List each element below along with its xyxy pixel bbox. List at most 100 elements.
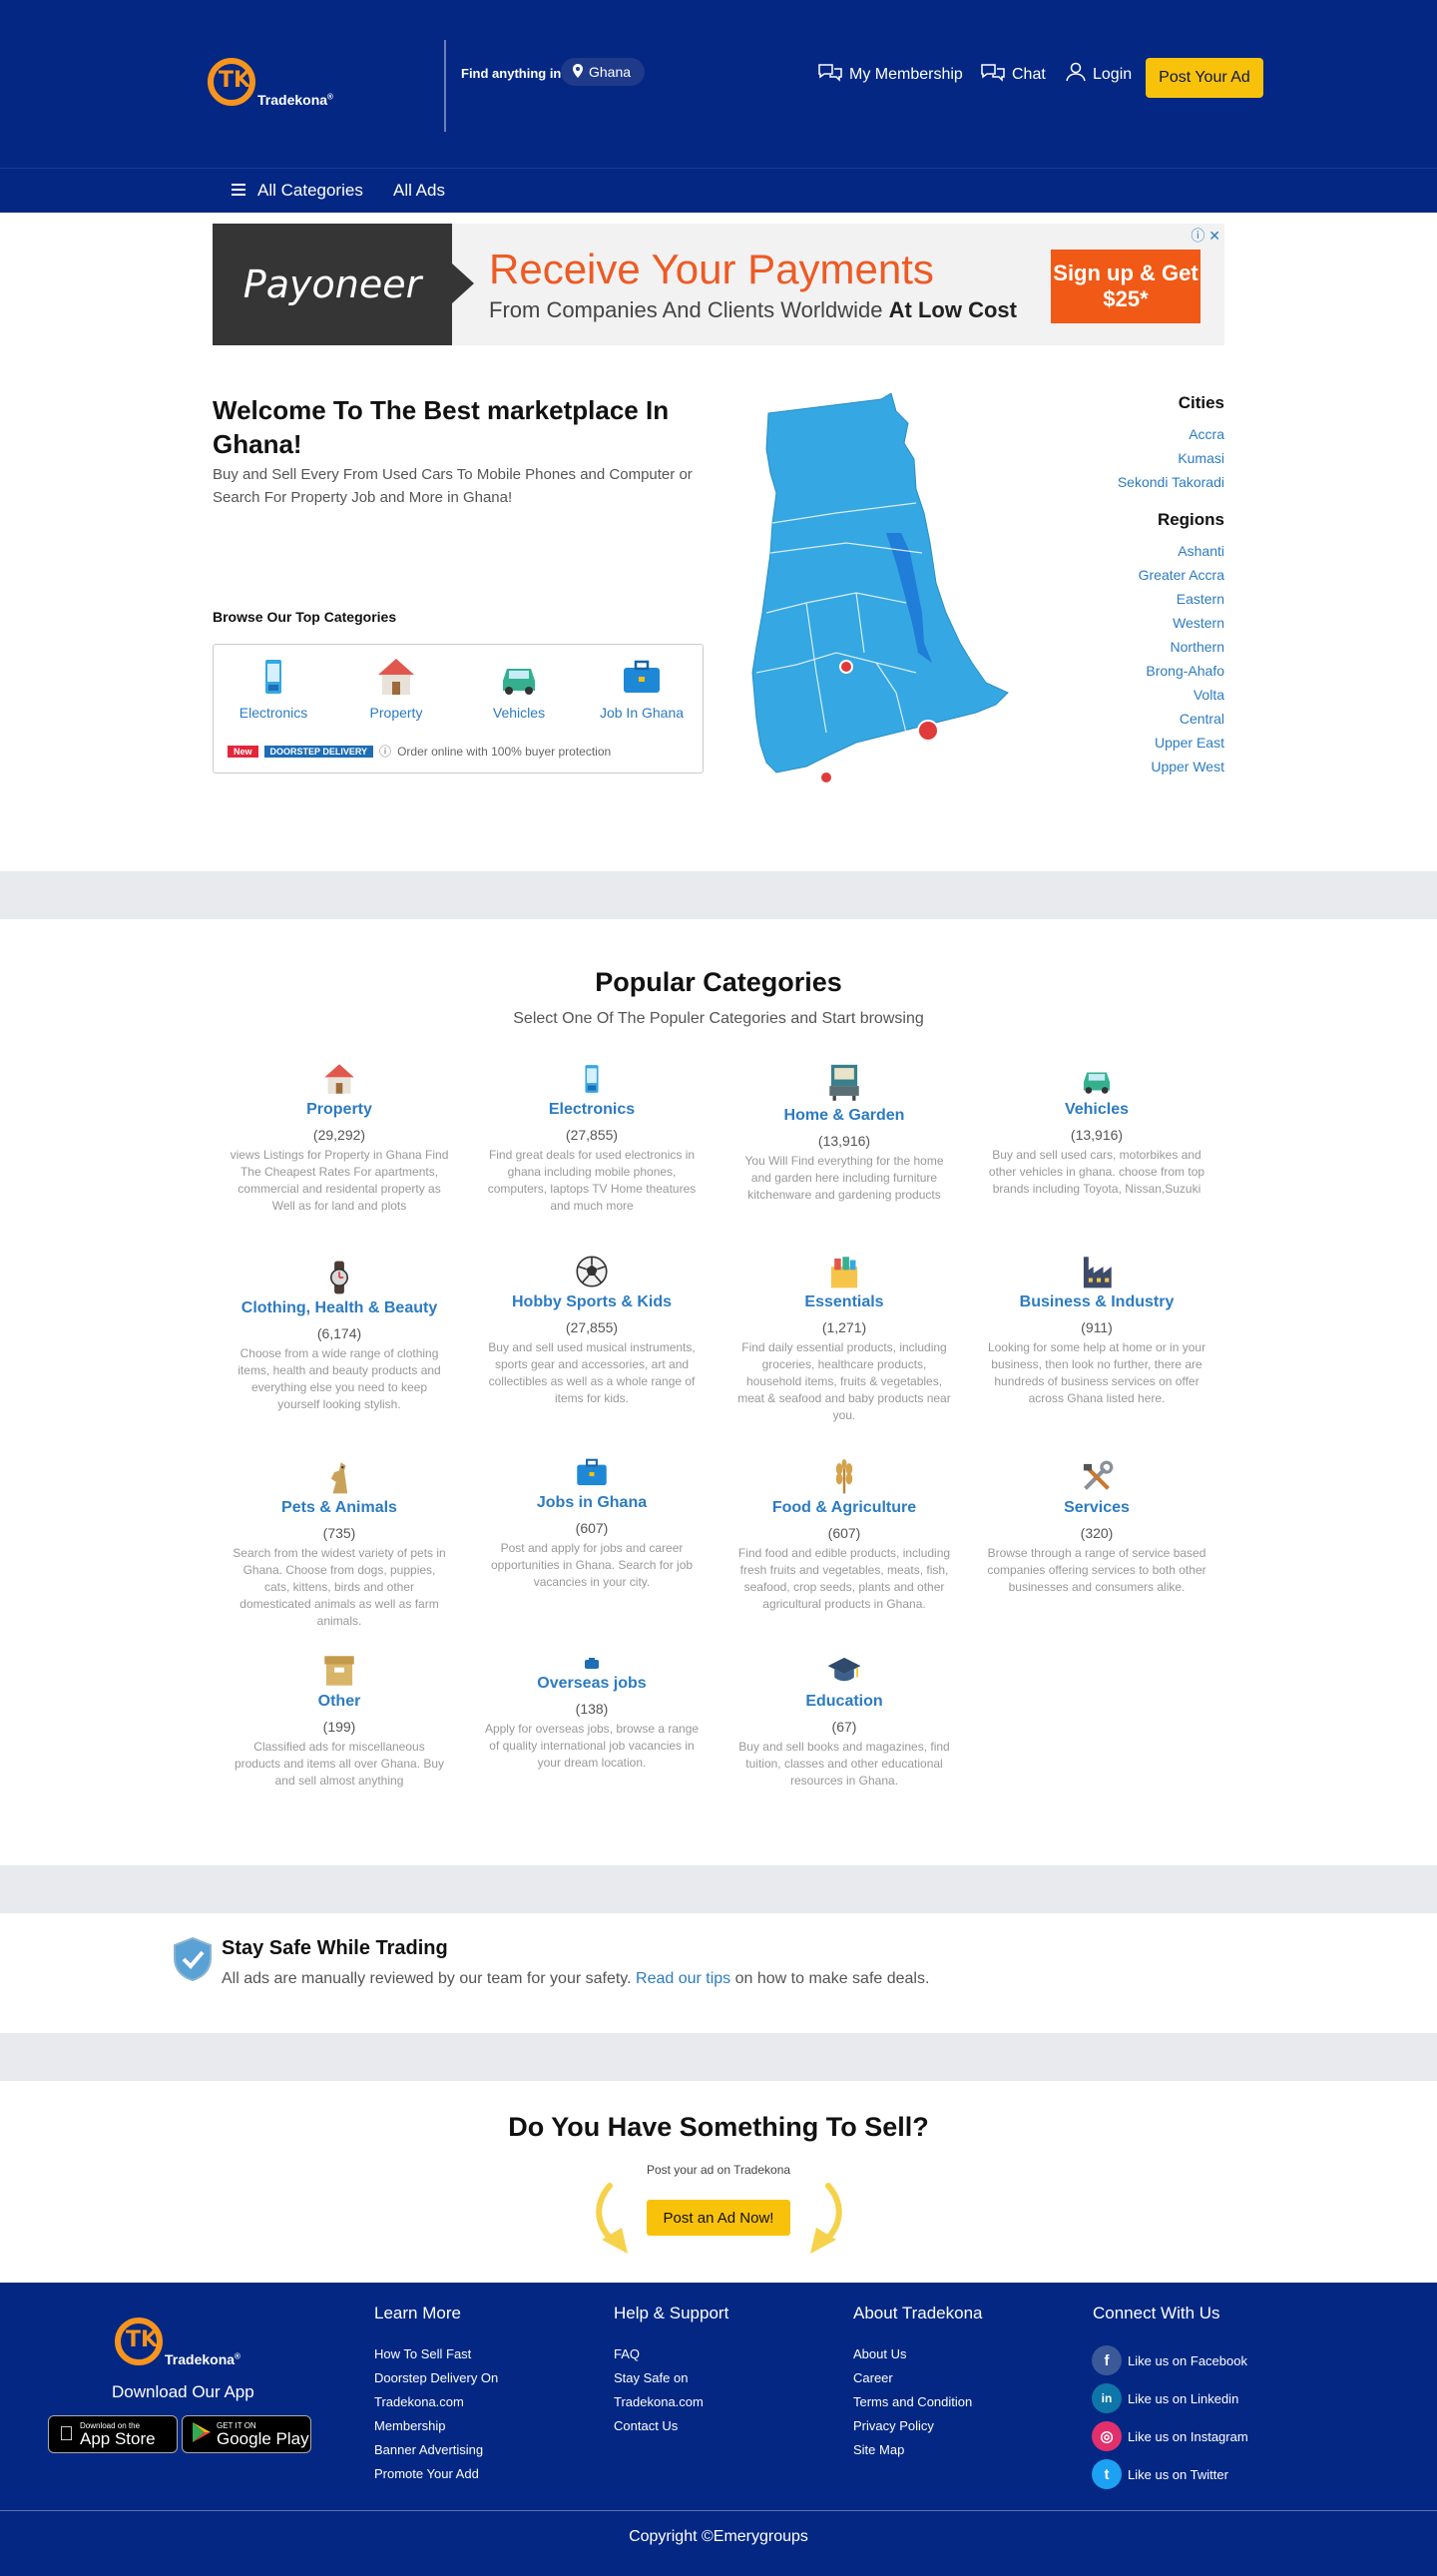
city-link[interactable]: Accra bbox=[1189, 426, 1224, 442]
chat-link[interactable]: Chat bbox=[980, 62, 1046, 87]
region-link[interactable]: Upper West bbox=[1151, 759, 1224, 774]
category-card-overseas-jobs[interactable]: Overseas jobs (138) Apply for overseas j… bbox=[482, 1657, 702, 1772]
banner-arrow-decoration bbox=[452, 263, 474, 303]
banner-subline: From Companies And Clients Worldwide At … bbox=[489, 297, 1017, 322]
footer-link[interactable]: FAQ bbox=[614, 2346, 640, 2361]
popular-categories-subtitle: Select One Of The Populer Categories and… bbox=[513, 1010, 924, 1027]
instagram-link[interactable]: ◎ Like us on Instagram bbox=[1092, 2421, 1248, 2451]
shield-check-icon bbox=[173, 1936, 213, 1982]
post-your-ad-button[interactable]: Post Your Ad bbox=[1146, 58, 1263, 98]
category-card-home-garden[interactable]: Home & Garden (13,916) You Will Find eve… bbox=[734, 1061, 954, 1204]
category-name[interactable]: Clothing, Health & Beauty bbox=[230, 1297, 449, 1319]
app-store-badge[interactable]:  Download on theApp Store bbox=[48, 2415, 178, 2453]
linkedin-link[interactable]: in Like us on Linkedin bbox=[1092, 2383, 1238, 2413]
category-card-essentials[interactable]: Essentials (1,271) Find daily essential … bbox=[734, 1254, 954, 1424]
footer-logo[interactable]: TK Tradekona® bbox=[115, 2318, 240, 2367]
category-card-pets-animals[interactable]: Pets & Animals (735) Search from the wid… bbox=[230, 1459, 449, 1630]
region-link[interactable]: Brong-Ahafo bbox=[1146, 663, 1224, 679]
category-name[interactable]: Pets & Animals bbox=[230, 1497, 449, 1519]
region-link[interactable]: Upper East bbox=[1155, 735, 1224, 751]
post-an-ad-now-button[interactable]: Post an Ad Now! bbox=[647, 2200, 790, 2236]
category-name[interactable]: Jobs in Ghana bbox=[482, 1492, 702, 1514]
ghana-map[interactable] bbox=[746, 393, 1016, 786]
category-card-hobby-sports[interactable]: Hobby Sports & Kids (27,855) Buy and sel… bbox=[482, 1254, 702, 1407]
location-selector[interactable]: Ghana bbox=[561, 58, 646, 86]
category-name[interactable]: Services bbox=[987, 1497, 1206, 1519]
category-description: Buy and sell used cars, motorbikes and o… bbox=[988, 1148, 1205, 1196]
factory-icon bbox=[1079, 1254, 1115, 1289]
google-play-badge[interactable]: GET IT ON Google Play bbox=[182, 2415, 311, 2453]
category-name[interactable]: Business & Industry bbox=[987, 1291, 1206, 1313]
category-name[interactable]: Food & Agriculture bbox=[734, 1497, 954, 1519]
footer-link[interactable]: How To Sell Fast bbox=[374, 2346, 471, 2361]
category-card-clothing[interactable]: Clothing, Health & Beauty (6,174) Choose… bbox=[230, 1260, 449, 1413]
site-logo[interactable]: TK Tradekona® bbox=[208, 58, 333, 108]
banner-signup-button[interactable]: Sign up & Get $25* bbox=[1051, 250, 1200, 323]
category-card-other[interactable]: Other (199) Classified ads for miscellan… bbox=[230, 1653, 449, 1790]
category-card-jobs[interactable]: Jobs in Ghana (607) Post and apply for j… bbox=[482, 1454, 702, 1591]
top-category-property[interactable]: Property bbox=[341, 655, 451, 721]
region-link[interactable]: Western bbox=[1173, 615, 1224, 631]
category-name[interactable]: Essentials bbox=[734, 1291, 954, 1313]
footer-link[interactable]: Contact Us bbox=[614, 2418, 678, 2433]
category-name[interactable]: Overseas jobs bbox=[482, 1673, 702, 1695]
category-name[interactable]: Electronics bbox=[482, 1099, 702, 1121]
header-separator bbox=[0, 168, 1437, 169]
regions-title: Regions bbox=[1157, 510, 1224, 529]
footer-link[interactable]: Doorstep Delivery On bbox=[374, 2370, 498, 2385]
login-link[interactable]: Login bbox=[1065, 62, 1132, 87]
region-link[interactable]: Northern bbox=[1171, 639, 1224, 655]
header-divider bbox=[444, 40, 446, 132]
region-link[interactable]: Ashanti bbox=[1178, 543, 1224, 559]
category-card-business-industry[interactable]: Business & Industry (911) Looking for so… bbox=[987, 1254, 1206, 1407]
footer-link[interactable]: Tradekona.com bbox=[374, 2394, 464, 2409]
ad-close-icon[interactable]: ⓘ ✕ bbox=[1191, 226, 1220, 246]
all-categories-menu[interactable]: All Categories bbox=[232, 181, 363, 201]
footer-link[interactable]: Membership bbox=[374, 2418, 446, 2433]
new-badge: New bbox=[228, 745, 258, 758]
footer-link[interactable]: Career bbox=[853, 2370, 893, 2385]
category-name[interactable]: Other bbox=[230, 1691, 449, 1713]
region-link[interactable]: Greater Accra bbox=[1139, 567, 1224, 583]
top-category-electronics[interactable]: Electronics bbox=[219, 655, 328, 721]
footer-link[interactable]: Stay Safe on bbox=[614, 2370, 688, 2385]
city-link[interactable]: Kumasi bbox=[1178, 450, 1224, 466]
top-category-vehicles[interactable]: Vehicles bbox=[464, 655, 574, 721]
all-ads-link[interactable]: All Ads bbox=[393, 181, 445, 201]
sell-subtitle: Post your ad on Tradekona bbox=[646, 2163, 791, 2177]
category-count: (13,916) bbox=[817, 1133, 871, 1149]
footer-link[interactable]: About Us bbox=[853, 2346, 906, 2361]
category-count: (199) bbox=[322, 1719, 356, 1735]
footer-link[interactable]: Site Map bbox=[853, 2442, 904, 2457]
read-our-tips-link[interactable]: Read our tips bbox=[636, 1970, 730, 1987]
watch-icon bbox=[321, 1260, 357, 1295]
city-link[interactable]: Sekondi Takoradi bbox=[1118, 474, 1224, 490]
football-icon bbox=[574, 1254, 610, 1289]
footer-link[interactable]: Banner Advertising bbox=[374, 2442, 483, 2457]
footer-link[interactable]: Terms and Condition bbox=[853, 2394, 972, 2409]
category-card-electronics[interactable]: Electronics (27,855) Find great deals fo… bbox=[482, 1061, 702, 1215]
category-name[interactable]: Hobby Sports & Kids bbox=[482, 1291, 702, 1313]
twitter-link[interactable]: t Like us on Twitter bbox=[1092, 2459, 1228, 2489]
facebook-link[interactable]: f Like us on Facebook bbox=[1092, 2345, 1247, 2375]
location-value: Ghana bbox=[589, 64, 632, 80]
category-name[interactable]: Education bbox=[734, 1691, 954, 1713]
region-link[interactable]: Eastern bbox=[1177, 591, 1224, 607]
region-link[interactable]: Central bbox=[1180, 711, 1224, 727]
payoneer-ad-banner[interactable]: Payoneer Receive Your Payments From Comp… bbox=[213, 224, 1224, 345]
category-name[interactable]: Vehicles bbox=[987, 1099, 1206, 1121]
category-card-education[interactable]: Education (67) Buy and sell books and ma… bbox=[734, 1653, 954, 1790]
footer-link[interactable]: Privacy Policy bbox=[853, 2418, 934, 2433]
my-membership-link[interactable]: My Membership bbox=[817, 62, 963, 87]
top-category-jobs[interactable]: Job In Ghana bbox=[587, 655, 697, 721]
user-icon bbox=[1065, 62, 1087, 87]
category-card-vehicles[interactable]: Vehicles (13,916) Buy and sell used cars… bbox=[987, 1061, 1206, 1198]
category-card-property[interactable]: Property (29,292) views Listings for Pro… bbox=[230, 1061, 449, 1215]
footer-link[interactable]: Promote Your Add bbox=[374, 2466, 479, 2481]
category-card-food-agriculture[interactable]: Food & Agriculture (607) Find food and e… bbox=[734, 1459, 954, 1613]
category-card-services[interactable]: Services (320) Browse through a range of… bbox=[987, 1459, 1206, 1596]
category-name[interactable]: Property bbox=[230, 1099, 449, 1121]
footer-link[interactable]: Tradekona.com bbox=[614, 2394, 704, 2409]
category-name[interactable]: Home & Garden bbox=[734, 1105, 954, 1127]
region-link[interactable]: Volta bbox=[1194, 687, 1224, 703]
